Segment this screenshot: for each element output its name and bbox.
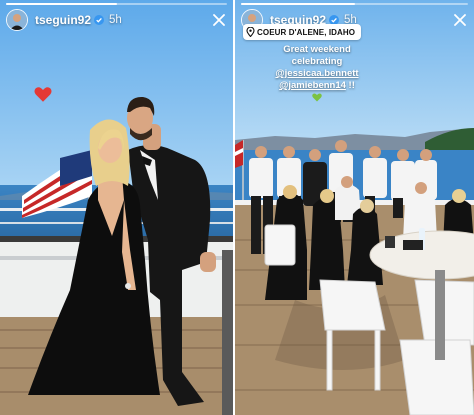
story-right[interactable]: tseguin92 5h COEUR D'ALENE, IDAHO Great … [235,0,474,415]
story-progress-bar [6,3,227,5]
stories-screen: tseguin92 5h tseguin92 5h COEUR D'ALENE,… [0,0,474,415]
verified-badge-icon [94,15,105,25]
story-left[interactable]: tseguin92 5h [0,0,233,415]
username[interactable]: tseguin92 [35,13,91,27]
close-icon [213,14,225,26]
location-sticker[interactable]: COEUR D'ALENE, IDAHO [243,24,362,40]
mention-jamiebenn14[interactable]: @jamiebenn14 [279,80,346,91]
caption-suffix: !! [345,80,355,91]
story-header: tseguin92 5h [6,8,227,32]
story-photo-couple [0,0,233,415]
location-label: COEUR D'ALENE, IDAHO [257,27,356,37]
story-progress-bar [241,3,468,5]
close-button[interactable] [211,12,227,28]
avatar[interactable] [6,9,28,31]
story-caption: Great weekend celebrating @jessicaa.benn… [235,44,399,106]
green-heart-emoji [312,93,322,102]
timestamp: 5h [109,14,122,26]
close-icon [454,14,466,26]
location-pin-icon [246,27,255,37]
story-progress-fill [6,3,117,5]
mention-jessicaa-bennett[interactable]: @jessicaa.bennett [275,68,358,79]
caption-line-2: celebrating [291,56,343,67]
close-button[interactable] [452,12,468,28]
red-heart-sticker [34,87,52,102]
story-progress-fill [241,3,355,5]
caption-line-1: Great weekend [283,44,351,55]
